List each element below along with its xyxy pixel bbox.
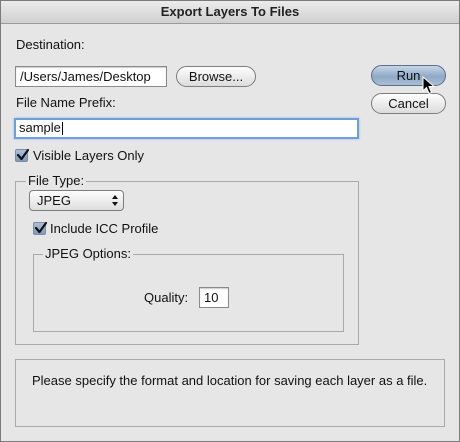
checkmark-icon — [34, 221, 48, 234]
mouse-pointer-icon — [422, 76, 436, 95]
destination-path-field[interactable]: /Users/James/Desktop — [15, 66, 167, 87]
file-name-prefix-label: File Name Prefix: — [16, 95, 116, 110]
text-caret — [61, 122, 63, 136]
jpeg-options-group — [33, 254, 344, 332]
file-type-selected: JPEG — [37, 193, 71, 208]
help-message-panel: Please specify the format and location f… — [15, 359, 445, 427]
checkmark-icon — [16, 148, 30, 161]
help-message-text: Please specify the format and location f… — [32, 373, 428, 388]
export-layers-dialog: Export Layers To Files Destination: /Use… — [0, 0, 460, 442]
popup-arrows-icon — [112, 195, 118, 206]
destination-path-value: /Users/James/Desktop — [20, 69, 151, 84]
quality-input[interactable]: 10 — [199, 287, 229, 308]
destination-label: Destination: — [16, 37, 85, 52]
file-name-prefix-value: sample — [19, 120, 61, 135]
jpeg-options-legend: JPEG Options: — [43, 246, 133, 261]
browse-button[interactable]: Browse... — [176, 66, 256, 87]
file-name-prefix-input[interactable]: sample — [14, 118, 359, 139]
file-type-legend: File Type: — [26, 173, 87, 188]
include-icc-profile-label: Include ICC Profile — [50, 221, 159, 236]
dialog-title: Export Layers To Files — [1, 1, 459, 24]
cancel-button[interactable]: Cancel — [371, 93, 446, 114]
quality-label: Quality: — [144, 290, 189, 305]
quality-value: 10 — [204, 290, 219, 305]
visible-layers-only-checkbox[interactable] — [15, 148, 30, 162]
include-icc-profile-checkbox[interactable] — [33, 221, 48, 235]
visible-layers-only-label: Visible Layers Only — [33, 148, 145, 163]
file-type-popup[interactable]: JPEG — [29, 190, 124, 211]
